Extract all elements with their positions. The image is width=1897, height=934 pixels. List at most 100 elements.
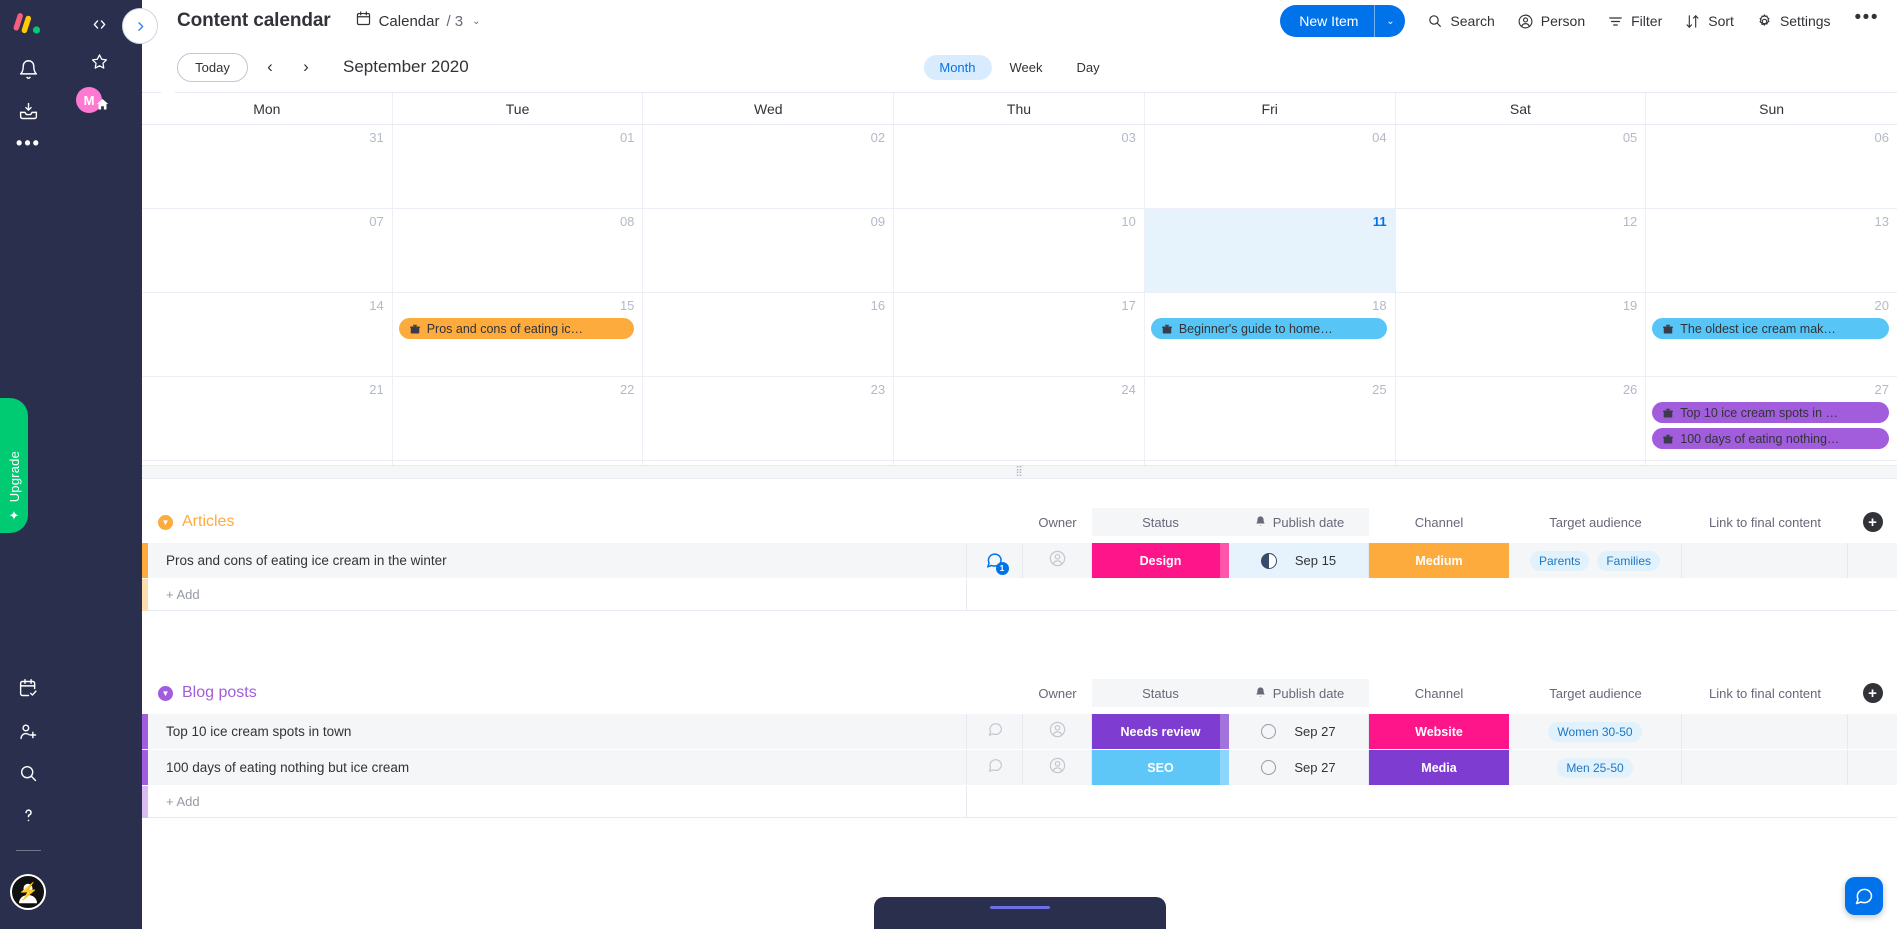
tab-month[interactable]: Month (923, 54, 992, 80)
calendar-day-15[interactable]: 15 Pros and cons of eating ic… (393, 293, 644, 376)
add-column-button[interactable]: + (1848, 508, 1897, 536)
tab-day[interactable]: Day (1061, 55, 1116, 80)
calendar-day-11[interactable]: 11 (1144, 209, 1396, 292)
settings-button[interactable]: Settings (1756, 13, 1831, 30)
column-header-target-audience[interactable]: Target audience (1509, 679, 1682, 707)
today-button[interactable]: Today (177, 52, 248, 82)
previous-month-button[interactable]: ‹ (256, 53, 284, 81)
calendar-day-08[interactable]: 08 (393, 209, 644, 292)
column-header-target-audience[interactable]: Target audience (1509, 508, 1682, 536)
add-item-row[interactable]: + Add (142, 786, 1897, 818)
horizontal-scroll-strip[interactable] (1888, 750, 1897, 785)
calendar-day-01[interactable]: 01 (393, 125, 644, 208)
add-item-label[interactable]: + Add (148, 579, 967, 611)
row-item-name[interactable]: Pros and cons of eating ice cream in the… (148, 543, 967, 578)
column-header-link[interactable]: Link to final content (1682, 679, 1848, 707)
calendar-day-21[interactable]: 21 (142, 377, 393, 460)
row-chat-button[interactable] (967, 750, 1023, 785)
row-chat-button[interactable]: 1 (967, 543, 1023, 578)
column-header-publish-date[interactable]: Publish date (1229, 508, 1369, 536)
calendar-day-10[interactable]: 10 (894, 209, 1145, 292)
search-icon[interactable] (0, 752, 57, 794)
column-header-owner[interactable]: Owner (1023, 679, 1092, 707)
calendar-day-25[interactable]: 25 (1145, 377, 1396, 460)
sort-button[interactable]: Sort (1684, 13, 1734, 30)
empty-circle-icon[interactable] (1261, 724, 1277, 739)
channel-cell[interactable]: Media (1369, 750, 1509, 785)
tab-week[interactable]: Week (994, 55, 1059, 80)
link-cell[interactable] (1682, 750, 1848, 785)
calendar-day-20[interactable]: 20 The oldest ice cream mak… (1646, 293, 1897, 376)
new-item-button[interactable]: New Item ⌄ (1280, 5, 1406, 37)
inbox-icon[interactable] (0, 90, 57, 132)
row-chat-button[interactable] (967, 714, 1023, 749)
calendar-event[interactable]: The oldest ice cream mak… (1652, 318, 1889, 339)
column-header-status[interactable]: Status (1092, 508, 1229, 536)
calendar-day-31[interactable]: 31 (142, 125, 393, 208)
calendar-day-19[interactable]: 19 (1396, 293, 1647, 376)
person-button[interactable]: Person (1517, 13, 1585, 30)
filter-button[interactable]: Filter (1607, 13, 1662, 30)
status-cell[interactable]: SEO (1092, 750, 1229, 785)
star-icon[interactable] (57, 42, 142, 80)
add-column-button[interactable]: + (1848, 679, 1897, 707)
calendar-day-22[interactable]: 22 (393, 377, 644, 460)
calendar-day-09[interactable]: 09 (643, 209, 895, 292)
link-cell[interactable] (1682, 714, 1848, 749)
calendar-day-03[interactable]: 03 (894, 125, 1145, 208)
calendar-day-06[interactable]: 06 (1646, 125, 1897, 208)
table-row[interactable]: 100 days of eating nothing but ice cream… (142, 750, 1897, 785)
channel-cell[interactable]: Medium (1369, 543, 1509, 578)
column-header-link[interactable]: Link to final content (1682, 508, 1848, 536)
upgrade-button[interactable]: ✦ Upgrade (0, 398, 28, 533)
row-item-name[interactable]: 100 days of eating nothing but ice cream (148, 750, 967, 785)
calendar-event[interactable]: 100 days of eating nothing… (1652, 428, 1889, 449)
more-options-button[interactable]: ••• (1855, 8, 1879, 29)
quick-actions-bolt-icon[interactable]: ⚡ (0, 875, 57, 909)
owner-cell[interactable] (1023, 543, 1092, 578)
half-circle-icon[interactable] (1260, 552, 1277, 569)
target-audience-cell[interactable]: Men 25-50 (1509, 750, 1682, 785)
search-button[interactable]: Search (1427, 13, 1495, 29)
calendar-day-12[interactable]: 12 (1396, 209, 1647, 292)
calendar-event[interactable]: Pros and cons of eating ic… (398, 318, 635, 339)
column-header-channel[interactable]: Channel (1369, 679, 1509, 707)
notifications-icon[interactable] (0, 48, 57, 90)
status-cell[interactable]: Design (1092, 543, 1229, 578)
group-collapse-icon[interactable]: ▼ (158, 514, 173, 530)
calendar-day-26[interactable]: 26 (1396, 377, 1647, 460)
home-icon[interactable] (93, 95, 111, 113)
group-collapse-icon[interactable]: ▼ (158, 685, 173, 701)
calendar-day-17[interactable]: 17 (894, 293, 1145, 376)
add-item-row[interactable]: + Add (142, 579, 1897, 611)
calendar-day-23[interactable]: 23 (643, 377, 895, 460)
publish-date-cell[interactable]: Sep 27 (1229, 714, 1369, 749)
calendar-day-07[interactable]: 07 (142, 209, 393, 292)
link-cell[interactable] (1682, 543, 1848, 578)
column-header-owner[interactable]: Owner (1023, 508, 1092, 536)
calendar-event[interactable]: Top 10 ice cream spots in … (1652, 402, 1889, 423)
column-header-publish-date[interactable]: Publish date (1229, 679, 1369, 707)
table-row[interactable]: Pros and cons of eating ice cream in the… (142, 543, 1897, 578)
chevron-down-icon[interactable]: ⌄ (472, 16, 480, 27)
empty-circle-icon[interactable] (1261, 760, 1277, 775)
rail-more-button[interactable]: ••• (0, 128, 57, 158)
table-row[interactable]: Top 10 ice cream spots in town Needs rev… (142, 714, 1897, 749)
bottom-drag-handle[interactable] (873, 897, 1166, 929)
invite-member-icon[interactable] (0, 710, 57, 752)
monday-logo[interactable] (11, 8, 45, 42)
expand-sidebar-button[interactable] (122, 8, 158, 44)
help-chat-button[interactable] (1845, 877, 1883, 915)
group-name[interactable]: Blog posts (182, 684, 257, 702)
publish-date-cell[interactable]: Sep 27 (1229, 750, 1369, 785)
calendar-day-16[interactable]: 16 (643, 293, 895, 376)
next-month-button[interactable]: › (292, 53, 320, 81)
group-name[interactable]: Articles (182, 513, 234, 531)
add-item-label[interactable]: + Add (148, 786, 967, 818)
my-week-calendar-icon[interactable] (0, 667, 57, 709)
horizontal-scroll-strip[interactable] (1888, 543, 1897, 578)
calendar-day-13[interactable]: 13 (1646, 209, 1897, 292)
horizontal-scroll-strip[interactable] (1888, 714, 1897, 749)
calendar-day-05[interactable]: 05 (1396, 125, 1647, 208)
row-item-name[interactable]: Top 10 ice cream spots in town (148, 714, 967, 749)
